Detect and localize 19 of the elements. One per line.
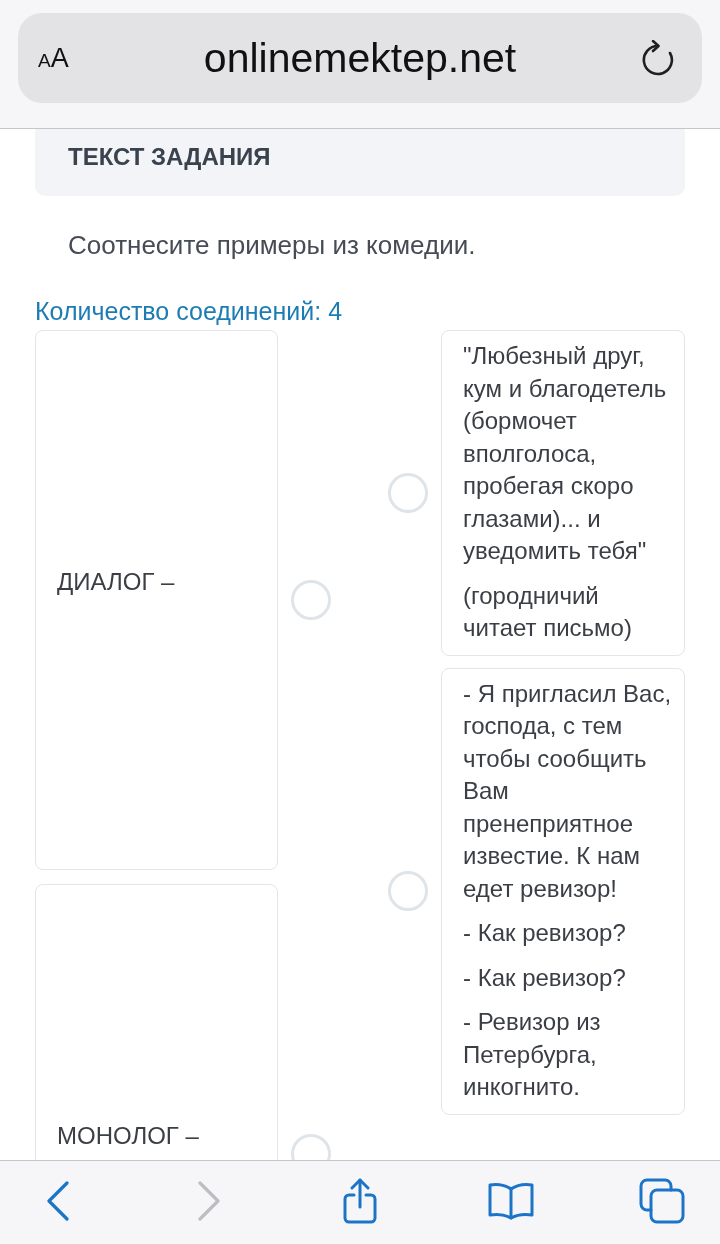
chevron-right-icon <box>198 1180 220 1221</box>
option-text: - Я пригласил Вас, господа, с тем чтобы сообщить Вам пренеприятное известие. К нам едет ревизор! <box>463 678 673 904</box>
tabs-icon <box>639 1177 685 1224</box>
instruction-text: Соотнесите примеры из комедии. <box>67 230 477 260</box>
share-icon <box>343 1177 377 1224</box>
option-text: - Как ревизор? <box>463 918 627 948</box>
option-text: - Ревизор из Петербурга, инкогнито. <box>463 1007 602 1102</box>
reload-icon <box>641 40 675 76</box>
chevron-left-icon <box>47 1180 69 1221</box>
option-text: - Как ревизор? <box>463 962 627 993</box>
option-text: (городничий читает письмо) <box>463 580 633 643</box>
address-bar[interactable]: AA onlinemektep.net <box>18 13 702 103</box>
connections-count: Количество соединений: 4 <box>35 296 344 326</box>
term-card: ДИАЛОГ – <box>35 330 278 870</box>
option-text: "Любезный друг, кум и благодетель (бормочет вполголоса, пробегая скоро глазами)... и уведомить тебя" <box>463 341 668 566</box>
book-icon <box>488 1181 534 1220</box>
section-header: ТЕКСТ ЗАДАНИЯ <box>35 129 685 196</box>
text-size-button[interactable]: AA <box>38 42 86 74</box>
url-text: onlinemektep.net <box>202 34 518 82</box>
